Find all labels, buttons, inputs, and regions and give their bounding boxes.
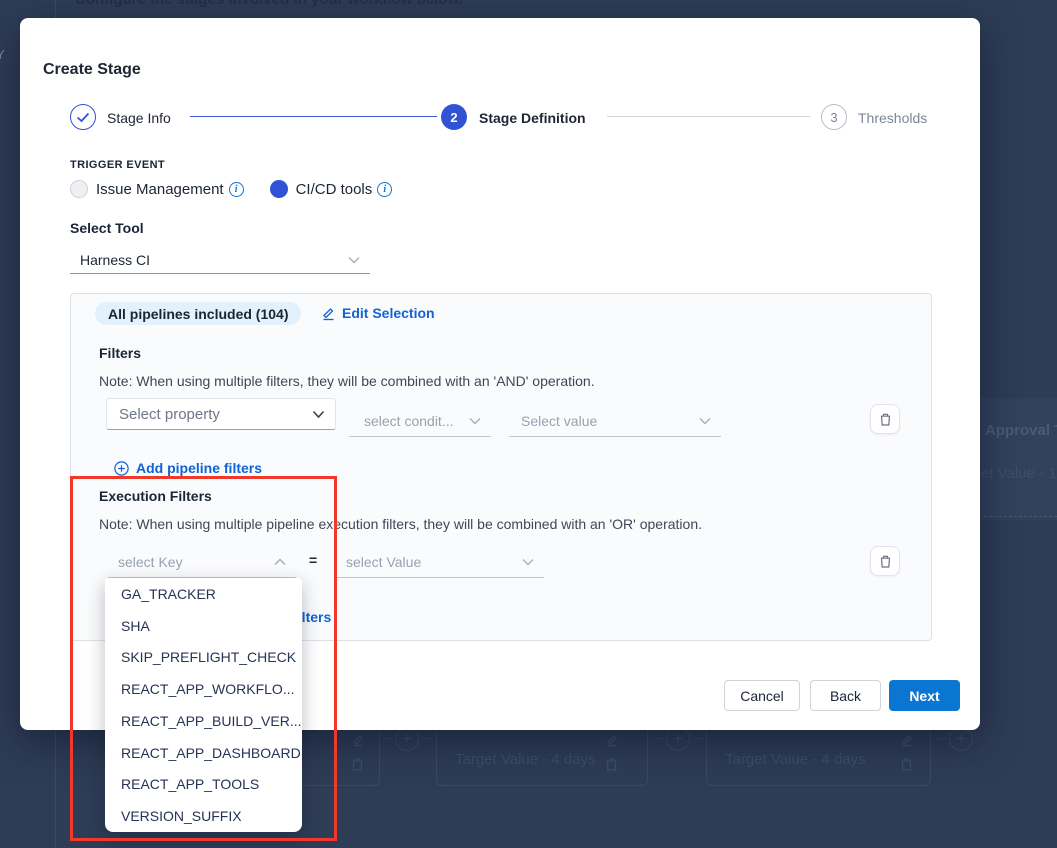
screen: Configure the stages involved in your wo… (0, 0, 1057, 848)
step-stage-info-indicator[interactable] (70, 104, 96, 130)
pencil-icon (900, 733, 916, 749)
dropdown-option[interactable]: SKIP_PREFLIGHT_CHECK (105, 642, 302, 674)
workflow-card: Target Value - 4 days (706, 724, 931, 786)
stepper-connector (190, 116, 437, 117)
plus-circle-icon (114, 461, 129, 476)
workflow-card: Target Value - 4 days (436, 724, 648, 786)
tool-select[interactable]: Harness CI (70, 246, 370, 274)
chevron-down-icon (469, 417, 481, 425)
add-stage-icon: + (395, 727, 419, 751)
execution-filters-note: Note: When using multiple pipeline execu… (99, 516, 702, 532)
info-icon[interactable]: i (229, 182, 244, 197)
step-thresholds-label: Thresholds (858, 110, 927, 126)
select-property-placeholder: Select property (119, 406, 312, 423)
dropdown-option[interactable]: VERSION_SUFFIX (105, 800, 302, 832)
connector-dash (693, 738, 704, 739)
step-number: 2 (450, 110, 457, 125)
trigger-event-label: TRIGGER EVENT (70, 159, 165, 171)
dropdown-option[interactable]: GA_TRACKER (105, 578, 302, 610)
background-column-row: et Value - 1 (981, 465, 1057, 482)
filters-title: Filters (99, 345, 141, 361)
check-icon (76, 112, 90, 123)
trash-icon (605, 757, 621, 772)
tool-select-value: Harness CI (80, 252, 348, 268)
back-button[interactable]: Back (810, 680, 881, 711)
step-thresholds-indicator[interactable]: 3 (821, 104, 847, 130)
background-letter: Y (0, 47, 5, 62)
trash-icon (879, 554, 892, 569)
step-number: 3 (830, 110, 837, 125)
background-heading: Configure the stages involved in your wo… (75, 0, 463, 8)
trash-icon (900, 757, 916, 772)
step-stage-definition-label: Stage Definition (479, 110, 586, 126)
select-key-placeholder: select Key (118, 554, 274, 570)
chevron-down-icon (699, 417, 711, 425)
select-key-dropdown[interactable]: select Key (108, 546, 296, 578)
add-stage-icon: + (949, 727, 973, 751)
dropdown-option[interactable]: REACT_APP_TOOLS (105, 769, 302, 801)
select-tool-label: Select Tool (70, 220, 144, 236)
info-icon[interactable]: i (377, 182, 392, 197)
connector-dash (382, 738, 393, 739)
edit-selection-link[interactable]: Edit Selection (321, 305, 435, 321)
dropdown-option[interactable]: REACT_APP_WORKFLO... (105, 673, 302, 705)
filters-note: Note: When using multiple filters, they … (99, 373, 595, 389)
cancel-button[interactable]: Cancel (724, 680, 800, 711)
trash-icon (351, 757, 367, 772)
pipelines-included-badge: All pipelines included (104) (95, 302, 301, 325)
step-stage-info-label: Stage Info (107, 110, 171, 126)
select-key-options-menu: GA_TRACKER SHA SKIP_PREFLIGHT_CHECK REAC… (105, 578, 302, 832)
radio-cicd-tools[interactable] (270, 180, 288, 198)
add-pipeline-filters-link[interactable]: Add pipeline filters (114, 460, 262, 476)
add-stage-icon: + (666, 727, 690, 751)
next-button[interactable]: Next (889, 680, 960, 711)
delete-filter-button[interactable] (870, 404, 900, 434)
dropdown-option[interactable]: REACT_APP_BUILD_VER... (105, 705, 302, 737)
step-stage-definition-indicator[interactable]: 2 (441, 104, 467, 130)
background-right-panel (980, 398, 1057, 520)
chevron-up-icon (274, 558, 286, 566)
radio-cicd-tools-label: CI/CD tools (296, 181, 373, 198)
dropdown-option[interactable]: REACT_APP_DASHBOARD (105, 737, 302, 769)
connector-dash (421, 738, 432, 739)
workflow-card-label: Target Value - 4 days (455, 751, 596, 768)
connector-dash (652, 738, 663, 739)
select-exec-value-dropdown[interactable]: select Value (334, 546, 544, 578)
select-value-dropdown[interactable]: Select value (509, 405, 721, 437)
edit-icon (321, 306, 336, 321)
add-pipeline-filters-label: Add pipeline filters (136, 460, 262, 476)
stepper-connector (607, 116, 810, 117)
delete-execution-filter-button[interactable] (870, 546, 900, 576)
connector-dash (936, 738, 947, 739)
select-value-placeholder: Select value (521, 413, 699, 429)
chevron-down-icon (312, 410, 325, 419)
dropdown-option[interactable]: SHA (105, 610, 302, 642)
edit-selection-label: Edit Selection (342, 305, 435, 321)
radio-issue-management[interactable] (70, 180, 88, 198)
chevron-down-icon (522, 558, 534, 566)
trash-icon (879, 412, 892, 427)
chevron-down-icon (348, 256, 360, 264)
select-exec-value-placeholder: select Value (346, 554, 522, 570)
background-column-header: Approval Ti (985, 422, 1057, 439)
background-dashed-line (984, 516, 1057, 517)
pencil-icon (605, 733, 621, 749)
modal-title: Create Stage (43, 61, 141, 79)
execution-filters-title: Execution Filters (99, 488, 212, 504)
pencil-icon (351, 733, 367, 749)
radio-issue-management-label: Issue Management (96, 181, 224, 198)
workflow-card-label: Target Value - 4 days (725, 751, 866, 768)
equals-sign: = (309, 552, 317, 568)
select-condition-placeholder: select condit... (364, 413, 469, 429)
select-property-dropdown[interactable]: Select property (106, 398, 336, 430)
select-condition-dropdown[interactable]: select condit... (349, 405, 491, 437)
